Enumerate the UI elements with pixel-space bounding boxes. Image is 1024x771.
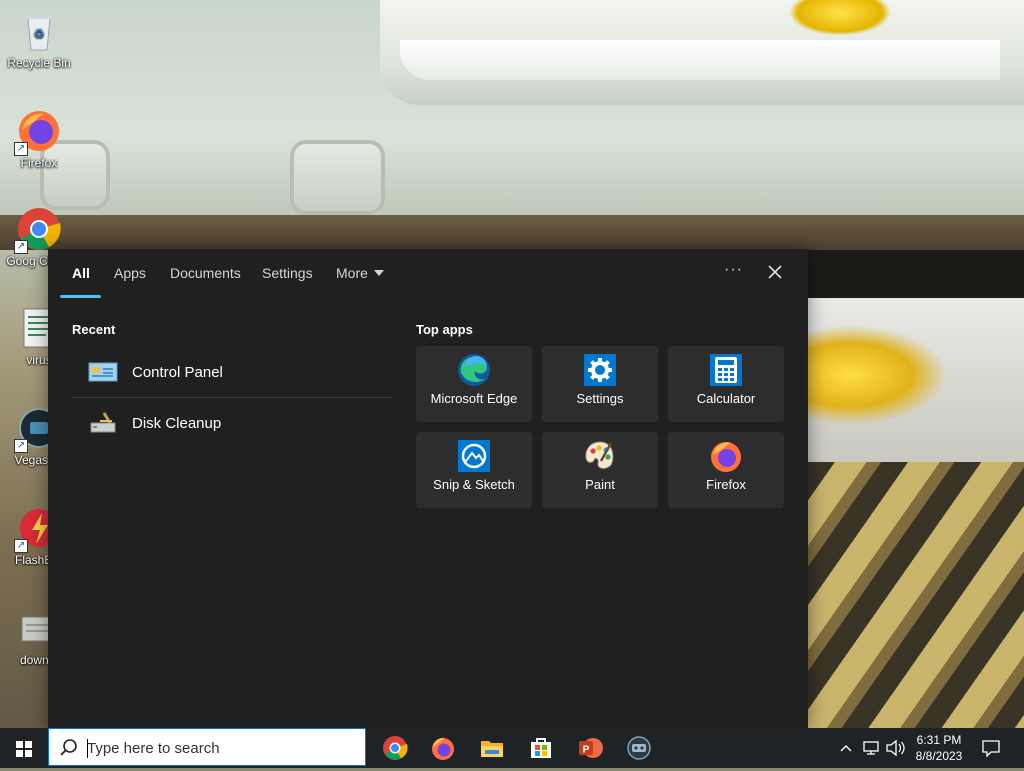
more-options-button[interactable]: ··· <box>724 261 743 279</box>
control-panel-icon <box>88 360 118 384</box>
paint-icon <box>583 439 617 473</box>
top-app-label: Settings <box>576 391 624 406</box>
windows-icon <box>16 741 32 757</box>
powerpoint-icon: P <box>579 738 603 758</box>
network-button[interactable] <box>862 728 880 768</box>
recycle-bin-icon: ♻ <box>16 8 62 54</box>
calculator-icon <box>709 353 743 387</box>
search-tabs: All Apps Documents Settings More ··· <box>48 249 808 299</box>
top-apps-heading: Top apps <box>416 322 473 337</box>
chevron-up-icon <box>840 745 852 752</box>
top-app-firefox[interactable]: Firefox <box>668 432 784 508</box>
snip-sketch-icon <box>457 439 491 473</box>
taskbar-firefox[interactable] <box>427 732 459 764</box>
gear-icon <box>583 353 617 387</box>
disk-cleanup-icon <box>88 411 118 435</box>
recent-item-control-panel[interactable]: Control Panel <box>72 348 392 396</box>
edge-icon <box>457 353 491 387</box>
active-tab-indicator <box>60 295 101 298</box>
firefox-icon: ↗ <box>14 108 62 156</box>
recent-item-label: Disk Cleanup <box>132 414 222 432</box>
network-icon <box>863 741 879 755</box>
show-hidden-icons-button[interactable] <box>838 728 854 768</box>
taskbar-file-explorer[interactable] <box>476 732 508 764</box>
svg-text:♻: ♻ <box>34 27 45 41</box>
recent-item-disk-cleanup[interactable]: Disk Cleanup <box>72 399 392 447</box>
taskbar-app[interactable] <box>623 732 655 764</box>
search-placeholder: Type here to search <box>87 740 220 757</box>
desktop-icon-recycle-bin[interactable]: ♻ Recycle Bin <box>0 8 78 70</box>
clock-time: 6:31 PM <box>916 733 962 747</box>
chrome-icon <box>383 736 408 760</box>
top-app-label: Firefox <box>706 477 746 492</box>
taskbar-powerpoint[interactable]: P <box>574 732 606 764</box>
caret-down-icon <box>373 270 384 276</box>
recent-heading: Recent <box>72 322 116 337</box>
tab-all[interactable]: All <box>72 265 90 281</box>
taskbar-search-input[interactable]: Type here to search <box>48 728 366 766</box>
file-explorer-icon <box>481 741 503 757</box>
action-center-button[interactable] <box>980 728 1002 768</box>
search-panel: All Apps Documents Settings More ··· Rec… <box>48 249 808 728</box>
start-button[interactable] <box>0 728 48 768</box>
top-app-microsoft-edge[interactable]: Microsoft Edge <box>416 346 532 422</box>
close-icon <box>768 265 782 279</box>
desktop-icon-label: Recycle Bin <box>7 56 71 70</box>
volume-button[interactable] <box>885 728 905 768</box>
store-icon <box>531 738 551 758</box>
close-button[interactable] <box>764 261 786 283</box>
search-icon <box>60 739 77 756</box>
clock-date: 8/8/2023 <box>915 749 963 763</box>
top-app-settings[interactable]: Settings <box>542 346 658 422</box>
recent-item-label: Control Panel <box>132 363 223 381</box>
tab-settings[interactable]: Settings <box>262 265 313 281</box>
top-app-snip-sketch[interactable]: Snip & Sketch <box>416 432 532 508</box>
top-app-label: Microsoft Edge <box>430 391 518 406</box>
recent-divider <box>72 397 392 398</box>
chrome-icon: ↗ <box>14 206 62 254</box>
desktop-icon-firefox[interactable]: ↗ Firefox <box>0 108 78 170</box>
firefox-icon <box>709 439 743 473</box>
top-app-label: Paint <box>585 477 615 492</box>
top-app-label: Snip & Sketch <box>433 477 515 492</box>
svg-text:P: P <box>583 745 590 756</box>
volume-icon <box>886 739 905 757</box>
tab-more-label: More <box>336 265 368 281</box>
taskbar-store[interactable] <box>525 732 557 764</box>
top-app-paint[interactable]: Paint <box>542 432 658 508</box>
tab-more[interactable]: More <box>336 265 384 281</box>
top-app-calculator[interactable]: Calculator <box>668 346 784 422</box>
tab-apps[interactable]: Apps <box>114 265 146 281</box>
taskbar-clock[interactable]: 6:31 PM 8/8/2023 <box>906 732 972 764</box>
notification-icon <box>982 740 1000 758</box>
desktop-icon-label: Firefox <box>20 156 58 170</box>
taskbar: Type here to search P 6:31 PM 8/8/2023 <box>0 728 1024 768</box>
app-icon <box>627 736 651 760</box>
top-app-label: Calculator <box>696 391 756 406</box>
tab-documents[interactable]: Documents <box>170 265 241 281</box>
taskbar-chrome[interactable] <box>379 732 411 764</box>
firefox-icon <box>432 737 454 760</box>
